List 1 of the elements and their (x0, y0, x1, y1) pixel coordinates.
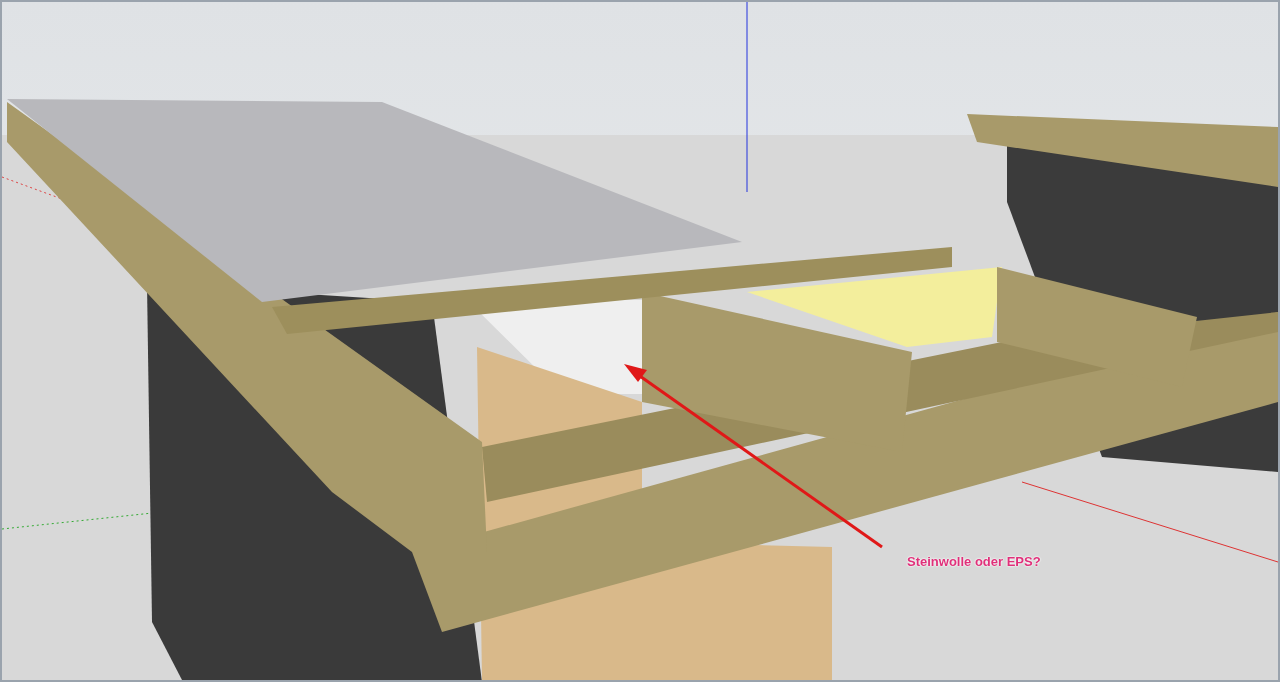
annotation-text: Steinwolle oder EPS? (907, 554, 1041, 569)
